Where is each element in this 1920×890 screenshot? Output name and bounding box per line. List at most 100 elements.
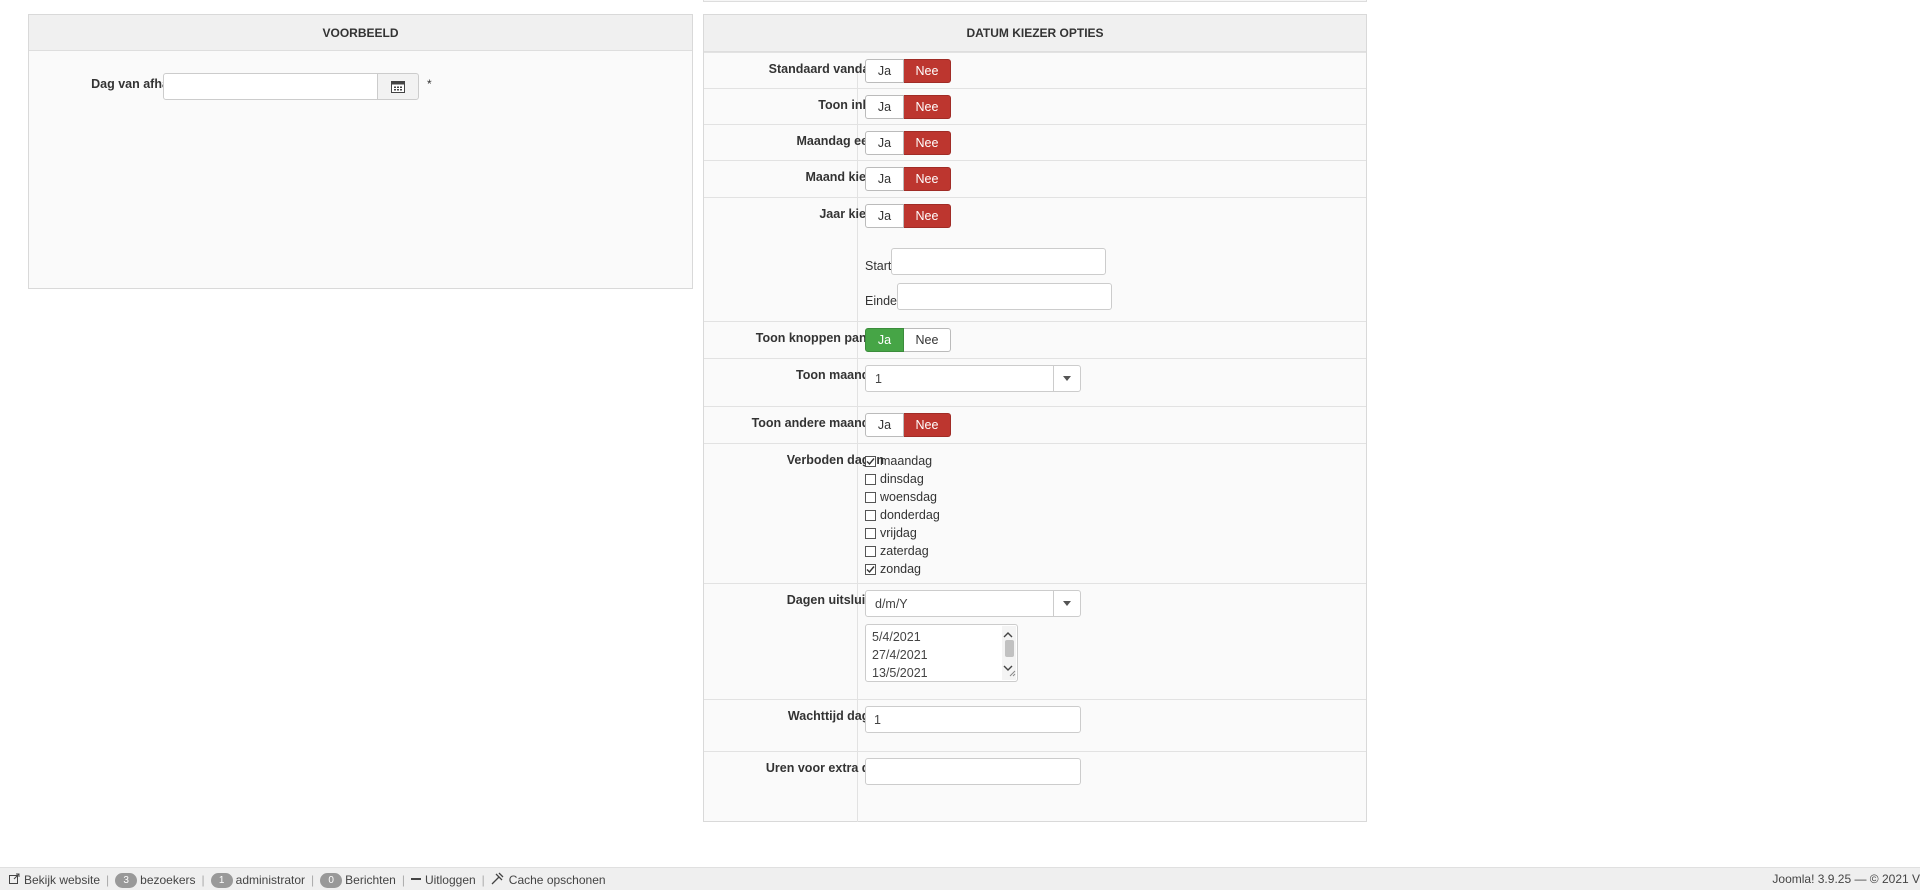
external-link-icon bbox=[9, 873, 20, 887]
toon-knoppen-paneel-toggle: Ja Nee bbox=[865, 328, 951, 352]
day-maandag: maandag bbox=[865, 452, 940, 470]
year-start-input[interactable] bbox=[891, 248, 1107, 275]
excluded-dates-textarea[interactable]: 5/4/2021 27/4/2021 13/5/2021 bbox=[865, 624, 1018, 682]
scrollbar-thumb[interactable] bbox=[1005, 640, 1014, 657]
clear-cache-link[interactable]: Cache opschonen bbox=[491, 872, 606, 888]
standaard-vandaag-toggle: Ja Nee bbox=[865, 59, 951, 83]
yes-button[interactable]: Ja bbox=[865, 413, 904, 437]
calendar-button[interactable] bbox=[377, 73, 419, 100]
option-label: Toon andere maanden bbox=[751, 416, 884, 430]
option-label: Dagen uitsluiten bbox=[786, 593, 884, 607]
messages-link[interactable]: 0 Berichten bbox=[320, 872, 396, 888]
separator: | bbox=[106, 873, 110, 887]
option-toon-inline: Toon inline Ja Nee bbox=[704, 88, 1366, 124]
day-checkbox[interactable] bbox=[865, 455, 876, 467]
option-toon-maanden: Toon maanden 1 bbox=[704, 358, 1366, 406]
separator: | bbox=[311, 873, 315, 887]
visitors-label: bezoekers bbox=[140, 873, 196, 887]
day-dinsdag: dinsdag bbox=[865, 470, 940, 488]
no-button[interactable]: Nee bbox=[904, 328, 951, 352]
status-bar: Bekijk website | 3 bezoekers | 1 adminis… bbox=[0, 867, 1920, 890]
yes-button[interactable]: Ja bbox=[865, 131, 904, 155]
messages-count-badge: 0 bbox=[320, 872, 343, 888]
day-label: zondag bbox=[880, 562, 922, 576]
no-button[interactable]: Nee bbox=[904, 95, 951, 119]
extra-day-hours-input[interactable] bbox=[865, 758, 1081, 785]
day-vrijdag: vrijdag bbox=[865, 524, 940, 542]
yes-button[interactable]: Ja bbox=[865, 95, 904, 119]
option-label: Toon maanden bbox=[796, 368, 884, 382]
yes-button[interactable]: Ja bbox=[865, 204, 904, 228]
logout-link[interactable]: Uitloggen bbox=[410, 873, 476, 887]
admin-label: administrator bbox=[235, 873, 306, 887]
visitors-count-badge: 3 bbox=[115, 872, 138, 888]
day-checkbox[interactable] bbox=[865, 545, 876, 557]
yes-button[interactable]: Ja bbox=[865, 328, 904, 352]
admin-count-badge: 1 bbox=[210, 872, 233, 888]
date-format-select[interactable]: d/m/Y bbox=[865, 590, 1081, 617]
option-toon-knoppen-paneel: Toon knoppen paneel Ja Nee bbox=[704, 321, 1366, 358]
yes-button[interactable]: Ja bbox=[865, 167, 904, 191]
no-button[interactable]: Nee bbox=[904, 59, 951, 83]
calendar-icon bbox=[391, 80, 405, 93]
waiting-days-input[interactable] bbox=[865, 706, 1081, 733]
toon-maanden-select[interactable]: 1 bbox=[865, 365, 1081, 392]
day-checkbox[interactable] bbox=[865, 527, 876, 539]
year-end-input[interactable] bbox=[896, 283, 1112, 310]
option-toon-andere-maanden: Toon andere maanden Ja Nee bbox=[704, 406, 1366, 443]
no-button[interactable]: Nee bbox=[904, 413, 951, 437]
excluded-date: 27/4/2021 bbox=[872, 648, 928, 662]
pickup-day-row: Dag van afhalen * bbox=[29, 73, 692, 105]
option-jaar-kiezer: Jaar kiezer Ja Nee Start Einde bbox=[704, 197, 1366, 321]
selected-value: d/m/Y bbox=[875, 597, 908, 611]
day-label: maandag bbox=[880, 454, 933, 468]
toon-andere-maanden-toggle: Ja Nee bbox=[865, 413, 951, 437]
administrator-link[interactable]: 1 administrator bbox=[210, 872, 306, 888]
day-label: woensdag bbox=[880, 490, 937, 504]
forbidden-days-list: maandag dinsdag woensdag donderdag vrijd… bbox=[865, 452, 940, 578]
day-label: vrijdag bbox=[880, 526, 917, 540]
scroll-up-icon[interactable] bbox=[1003, 627, 1013, 641]
option-maandag-eerst: Maandag eerst Ja Nee bbox=[704, 124, 1366, 160]
version-info: Joomla! 3.9.25 — © 2021 V bbox=[1772, 872, 1920, 886]
option-label: Uren voor extra dag bbox=[765, 761, 884, 775]
option-verboden-dagen: Verboden dagen maandag dinsdag woensdag … bbox=[704, 443, 1366, 583]
day-zaterdag: zaterdag bbox=[865, 542, 940, 560]
datepicker-options-panel: DATUM KIEZER OPTIES Standaard vandaag Ja… bbox=[703, 14, 1367, 822]
day-checkbox[interactable] bbox=[865, 509, 876, 521]
pickup-day-input[interactable] bbox=[163, 73, 379, 100]
messages-label: Berichten bbox=[345, 873, 396, 887]
required-mark: * bbox=[427, 77, 432, 91]
status-bar-left: Bekijk website | 3 bezoekers | 1 adminis… bbox=[9, 872, 606, 888]
option-label: Maand kiezer bbox=[805, 170, 884, 184]
clear-cache-label: Cache opschonen bbox=[508, 873, 606, 887]
chevron-down-icon[interactable] bbox=[1053, 366, 1080, 391]
yes-button[interactable]: Ja bbox=[865, 59, 904, 83]
option-label: Maandag eerst bbox=[796, 134, 884, 148]
day-checkbox[interactable] bbox=[865, 473, 876, 485]
no-button[interactable]: Nee bbox=[904, 167, 951, 191]
minus-icon bbox=[410, 873, 421, 887]
day-label: donderdag bbox=[880, 508, 940, 522]
option-label: Standaard vandaag bbox=[768, 62, 884, 76]
preview-panel: VOORBEELD Dag van afhalen * bbox=[28, 14, 693, 289]
excluded-date: 5/4/2021 bbox=[872, 630, 921, 644]
year-end-label: Einde bbox=[865, 293, 897, 308]
chevron-down-icon[interactable] bbox=[1053, 591, 1080, 616]
visitors-link[interactable]: 3 bezoekers bbox=[115, 872, 196, 888]
resize-grip-icon[interactable] bbox=[1009, 666, 1016, 680]
logout-label: Uitloggen bbox=[424, 873, 476, 887]
day-checkbox[interactable] bbox=[865, 491, 876, 503]
option-label: Toon knoppen paneel bbox=[755, 331, 884, 345]
day-checkbox[interactable] bbox=[865, 563, 876, 575]
toon-inline-toggle: Ja Nee bbox=[865, 95, 951, 119]
previous-panel-edge bbox=[703, 0, 1367, 2]
excluded-date: 13/5/2021 bbox=[872, 666, 928, 680]
view-site-link[interactable]: Bekijk website bbox=[9, 873, 100, 887]
no-button[interactable]: Nee bbox=[904, 131, 951, 155]
year-start-label: Start bbox=[865, 258, 892, 273]
no-button[interactable]: Nee bbox=[904, 204, 951, 228]
maand-kiezer-toggle: Ja Nee bbox=[865, 167, 951, 191]
separator: | bbox=[201, 873, 205, 887]
option-wachttijd-dagen: Wachttijd dagen bbox=[704, 699, 1366, 751]
